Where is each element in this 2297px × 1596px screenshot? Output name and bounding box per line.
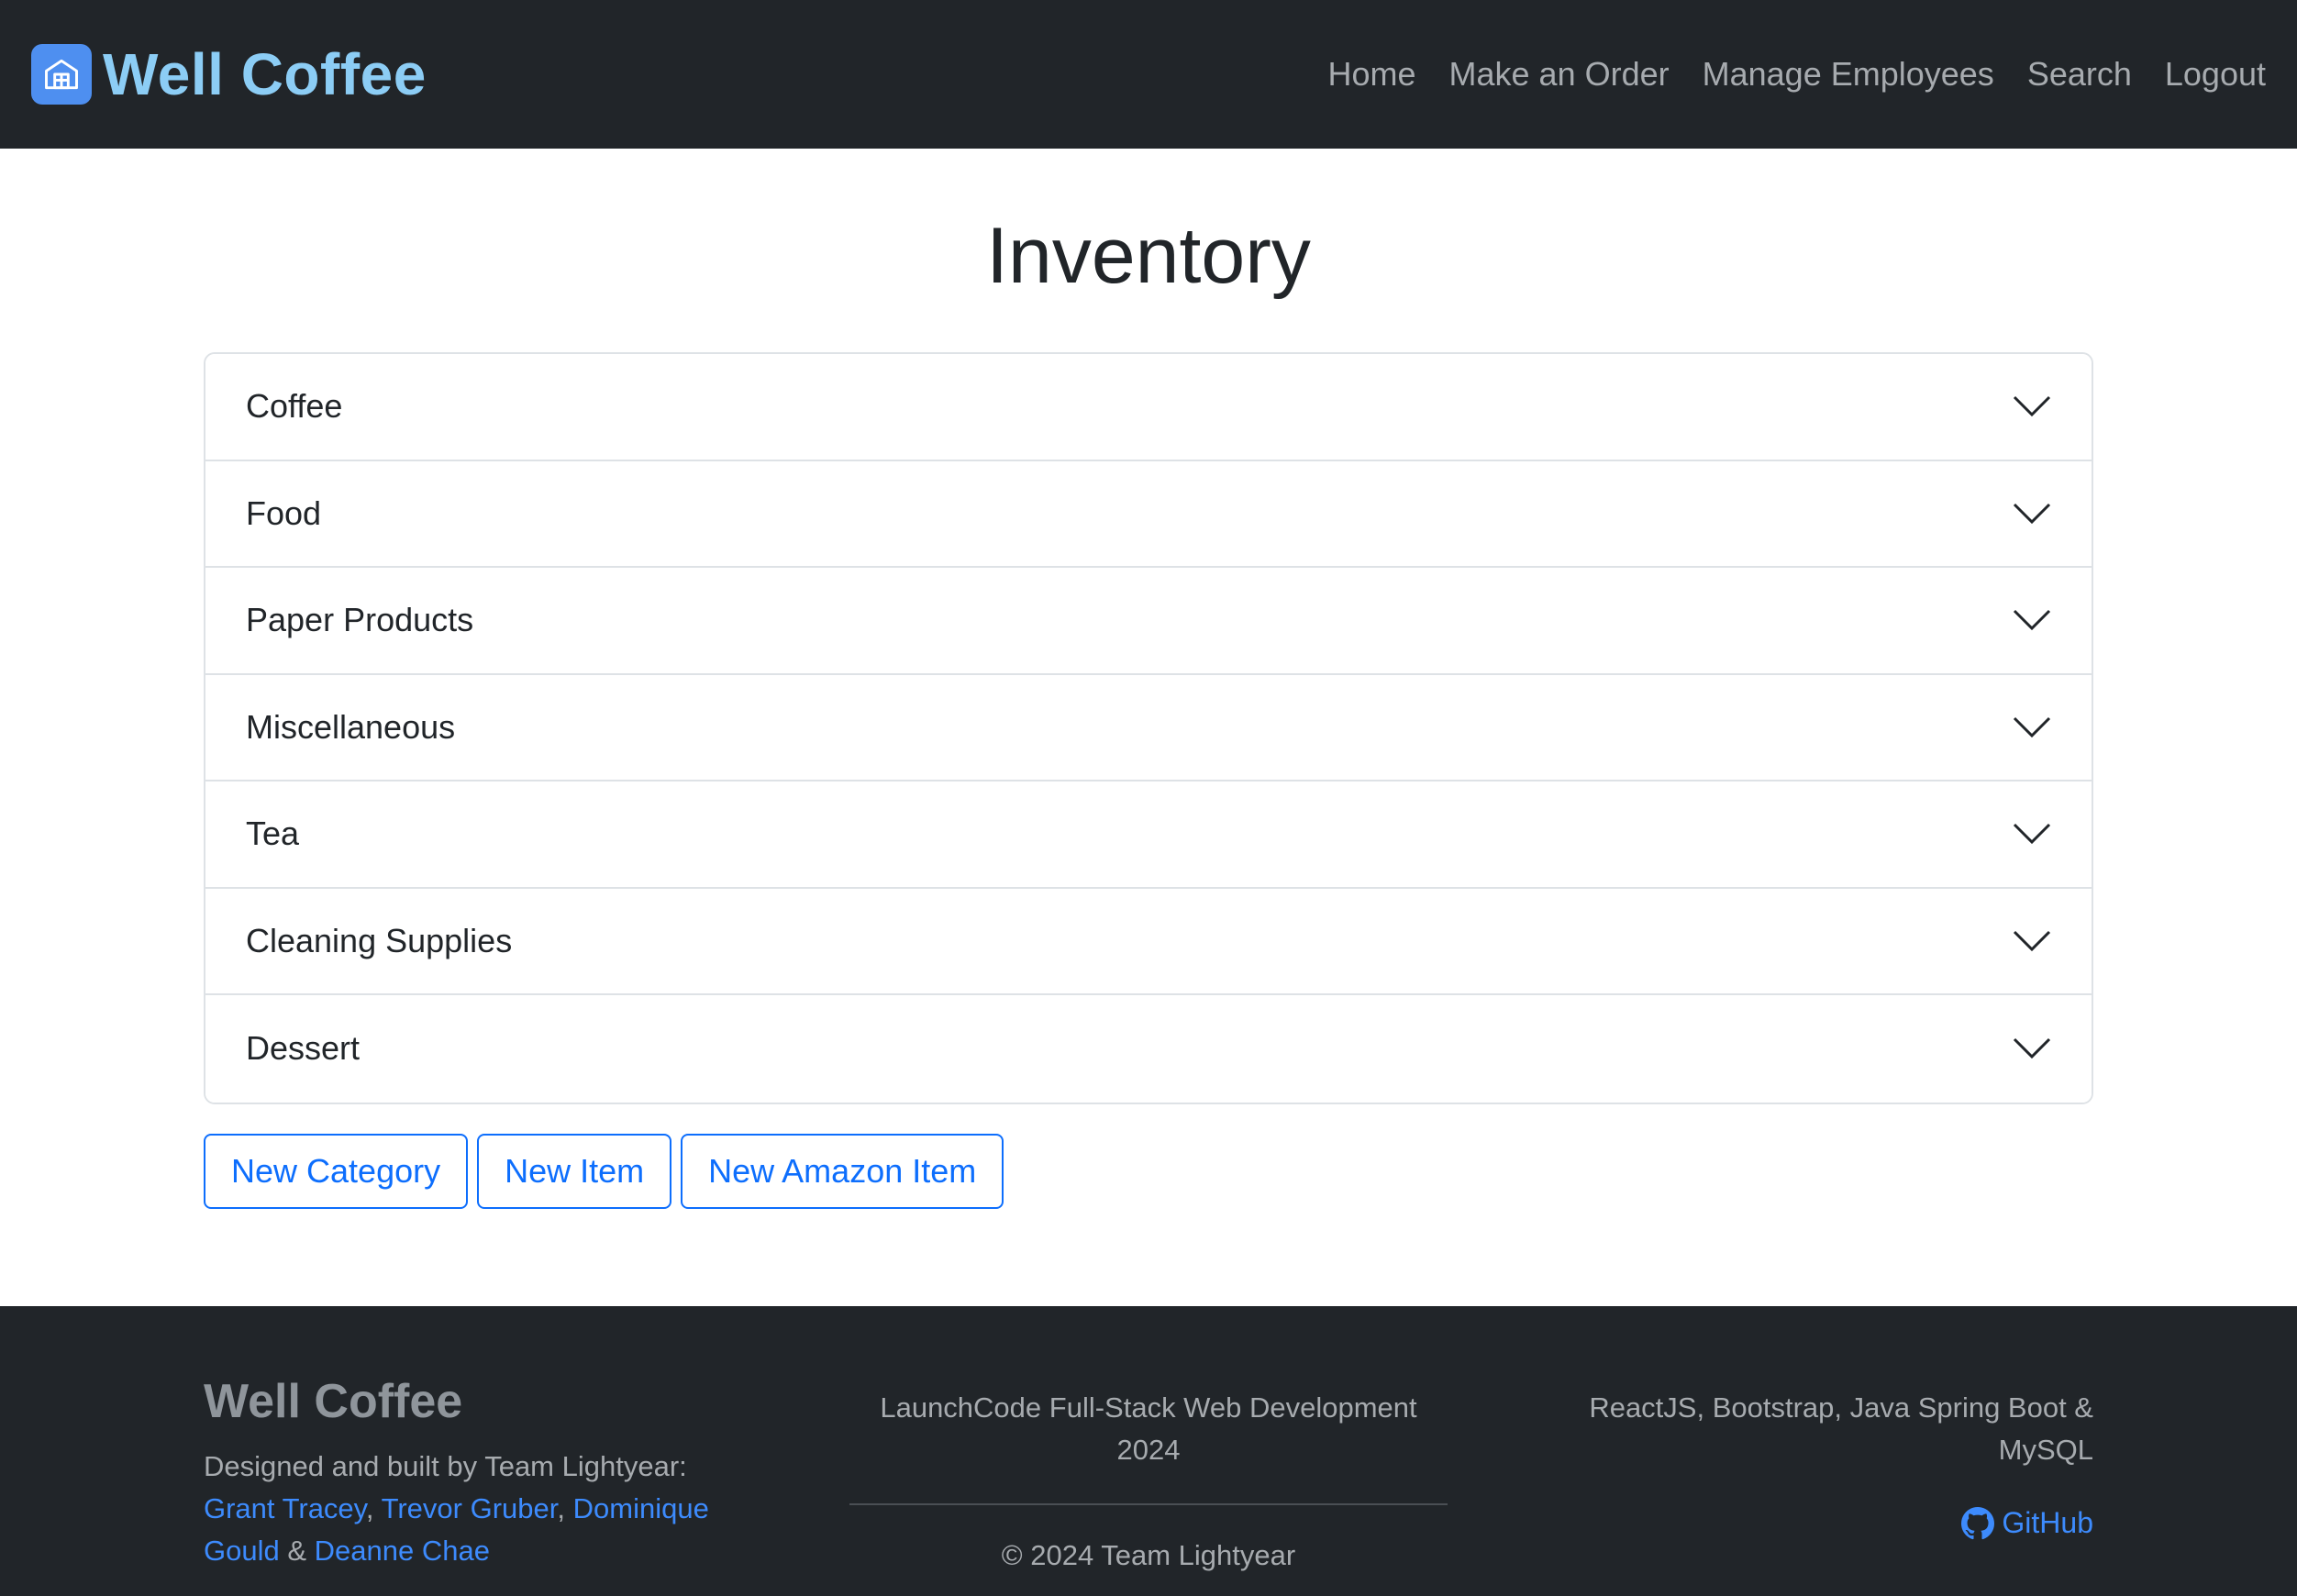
separator: & bbox=[287, 1535, 307, 1567]
building-icon bbox=[31, 44, 92, 105]
accordion-item-dessert[interactable]: Dessert bbox=[205, 995, 2092, 1103]
chevron-down-icon bbox=[2013, 610, 2051, 631]
footer-brand: Well Coffee bbox=[204, 1375, 463, 1428]
chevron-down-icon bbox=[2013, 930, 2051, 951]
page-title: Inventory bbox=[986, 212, 1311, 300]
nav-link-logout[interactable]: Logout bbox=[2165, 55, 2266, 94]
credits-intro: Designed and built by Team Lightyear: bbox=[204, 1450, 687, 1482]
accordion-item-coffee[interactable]: Coffee bbox=[205, 354, 2092, 461]
navbar: Well Coffee Home Make an Order Manage Em… bbox=[0, 0, 2297, 149]
nav-links: Home Make an Order Manage Employees Sear… bbox=[1327, 55, 2266, 94]
nav-link-make-an-order[interactable]: Make an Order bbox=[1449, 55, 1670, 94]
chevron-down-icon bbox=[2013, 503, 2051, 524]
accordion-item-label: Dessert bbox=[246, 1029, 361, 1068]
accordion-item-label: Tea bbox=[246, 815, 300, 853]
footer: Well Coffee Designed and built by Team L… bbox=[0, 1306, 2297, 1596]
member-link-grant-tracey[interactable]: Grant Tracey bbox=[204, 1492, 366, 1524]
github-icon bbox=[1961, 1506, 1995, 1539]
accordion-item-paper-products[interactable]: Paper Products bbox=[205, 568, 2092, 675]
accordion-item-label: Food bbox=[246, 493, 322, 532]
footer-copyright: © 2024 Team Lightyear bbox=[1001, 1539, 1296, 1571]
inventory-accordion: Coffee Food Paper Products Miscellaneous… bbox=[204, 352, 2093, 1104]
accordion-item-label: Paper Products bbox=[246, 601, 474, 639]
action-buttons: New Category New Item New Amazon Item bbox=[204, 1134, 1004, 1209]
footer-credits: Designed and built by Team Lightyear: Gr… bbox=[204, 1446, 754, 1572]
accordion-item-tea[interactable]: Tea bbox=[205, 781, 2092, 889]
new-item-button[interactable]: New Item bbox=[477, 1134, 672, 1209]
accordion-item-label: Cleaning Supplies bbox=[246, 921, 513, 959]
chevron-down-icon bbox=[2013, 824, 2051, 845]
chevron-down-icon bbox=[2013, 716, 2051, 737]
chevron-down-icon bbox=[2013, 396, 2051, 417]
accordion-item-miscellaneous[interactable]: Miscellaneous bbox=[205, 674, 2092, 781]
accordion-item-food[interactable]: Food bbox=[205, 460, 2092, 568]
footer-divider bbox=[849, 1503, 1448, 1505]
nav-link-search[interactable]: Search bbox=[2027, 55, 2132, 94]
new-category-button[interactable]: New Category bbox=[204, 1134, 469, 1209]
accordion-item-cleaning-supplies[interactable]: Cleaning Supplies bbox=[205, 888, 2092, 995]
nav-link-manage-employees[interactable]: Manage Employees bbox=[1703, 55, 1994, 94]
accordion-item-label: Miscellaneous bbox=[246, 707, 456, 746]
separator: , bbox=[365, 1492, 374, 1524]
footer-tech-stack: ReactJS, Bootstrap, Java Spring Boot & M… bbox=[1589, 1391, 2093, 1466]
github-link[interactable]: GitHub bbox=[1910, 1506, 2093, 1540]
chevron-down-icon bbox=[2013, 1038, 2051, 1059]
separator: , bbox=[557, 1492, 565, 1524]
footer-program: LaunchCode Full-Stack Web Development 20… bbox=[880, 1391, 1417, 1466]
new-amazon-item-button[interactable]: New Amazon Item bbox=[681, 1134, 1004, 1209]
brand-name: Well Coffee bbox=[103, 41, 427, 107]
member-link-deanne-chae[interactable]: Deanne Chae bbox=[315, 1535, 490, 1567]
brand-link[interactable]: Well Coffee bbox=[31, 40, 427, 108]
accordion-item-label: Coffee bbox=[246, 387, 343, 426]
nav-link-home[interactable]: Home bbox=[1327, 55, 1415, 94]
member-link-trevor-gruber[interactable]: Trevor Gruber bbox=[382, 1492, 558, 1524]
github-label: GitHub bbox=[2002, 1506, 2093, 1539]
